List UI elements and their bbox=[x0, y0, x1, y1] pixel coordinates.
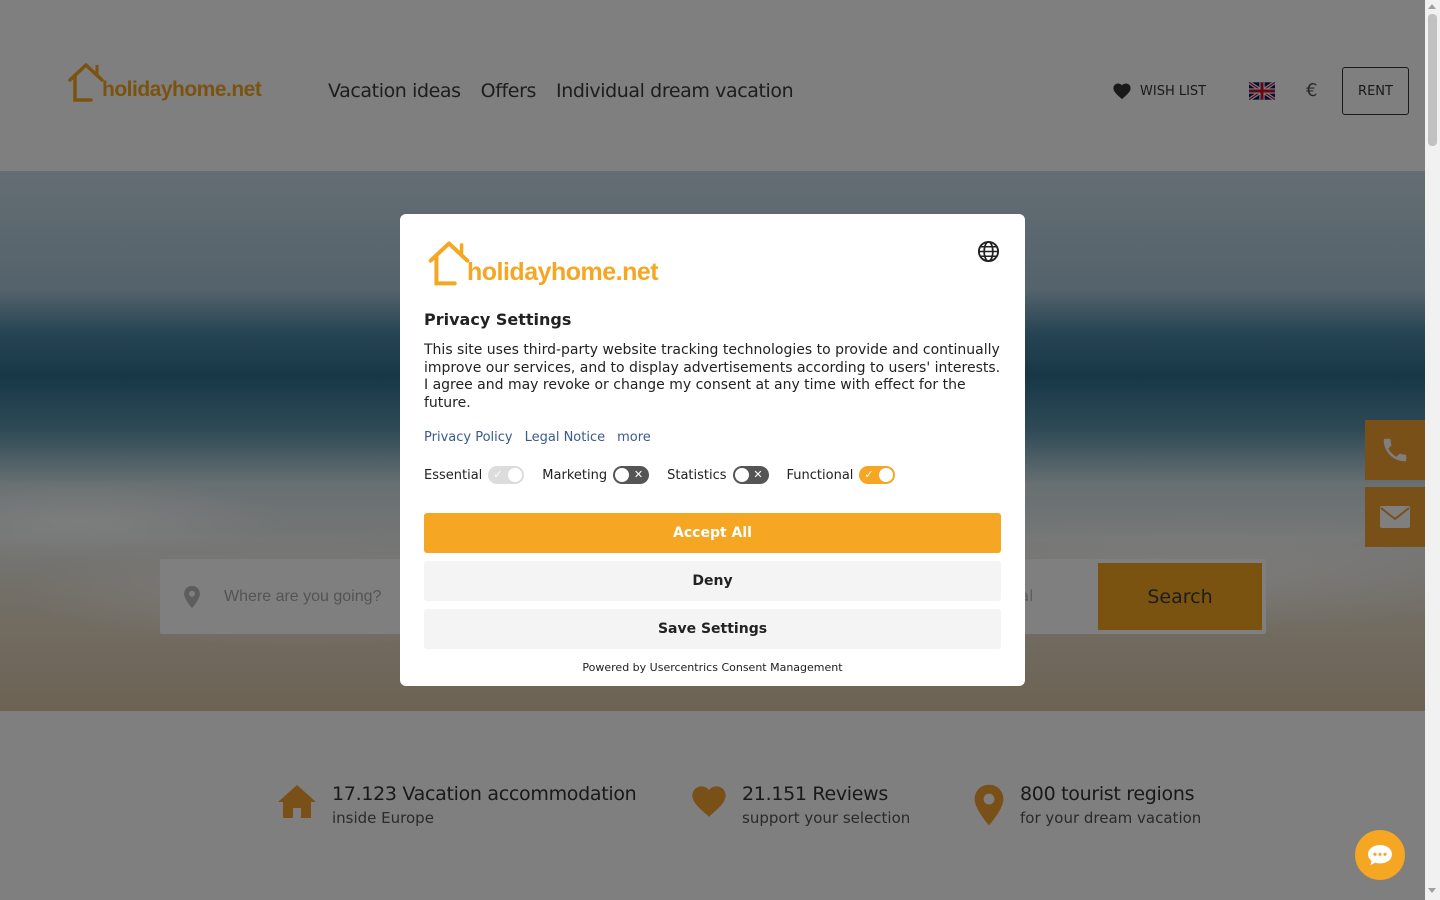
accept-all-button[interactable]: Accept All bbox=[424, 513, 1001, 553]
globe-language-icon[interactable] bbox=[977, 240, 1000, 263]
more-link[interactable]: more bbox=[617, 430, 651, 445]
dialog-logo: holidayhome.net bbox=[425, 240, 659, 288]
chat-button[interactable] bbox=[1355, 830, 1405, 880]
chat-bubble-icon bbox=[1368, 845, 1392, 865]
check-icon: ✓ bbox=[493, 468, 503, 481]
toggle-label: Essential bbox=[424, 467, 483, 483]
toggle-essential: Essential ✓ bbox=[424, 466, 525, 484]
marketing-switch[interactable]: ✕ bbox=[613, 466, 650, 484]
house-logo-icon bbox=[428, 241, 470, 286]
page-scrollbar[interactable] bbox=[1425, 0, 1440, 900]
x-icon: ✕ bbox=[633, 468, 644, 481]
dialog-title: Privacy Settings bbox=[424, 310, 572, 329]
consent-toggles: Essential ✓ Marketing ✕ Statistics ✕ Fun… bbox=[424, 466, 913, 484]
toggle-label: Functional bbox=[786, 467, 854, 483]
toggle-label: Marketing bbox=[542, 467, 608, 483]
legal-notice-link[interactable]: Legal Notice bbox=[525, 430, 606, 445]
x-icon: ✕ bbox=[753, 468, 763, 481]
essential-switch: ✓ bbox=[488, 466, 525, 484]
functional-switch[interactable]: ✓ bbox=[859, 466, 896, 484]
dialog-links: Privacy Policy Legal Notice more bbox=[424, 430, 651, 445]
dialog-body-text: This site uses third-party website track… bbox=[424, 342, 1001, 411]
statistics-switch[interactable]: ✕ bbox=[732, 466, 769, 484]
dialog-logo-text: holidayhome.net bbox=[467, 258, 659, 286]
save-settings-button[interactable]: Save Settings bbox=[424, 609, 1001, 649]
toggle-functional: Functional ✓ bbox=[787, 466, 896, 484]
privacy-policy-link[interactable]: Privacy Policy bbox=[424, 430, 513, 445]
toggle-statistics: Statistics ✕ bbox=[667, 466, 769, 484]
deny-button[interactable]: Deny bbox=[424, 561, 1001, 601]
powered-by-text: Powered by Usercentrics Consent Manageme… bbox=[582, 661, 843, 674]
scroll-down-arrow[interactable] bbox=[1428, 888, 1436, 893]
toggle-label: Statistics bbox=[667, 467, 727, 483]
scroll-up-arrow[interactable] bbox=[1428, 4, 1436, 9]
scroll-thumb[interactable] bbox=[1428, 14, 1437, 146]
check-icon: ✓ bbox=[864, 468, 874, 481]
toggle-marketing: Marketing ✕ bbox=[542, 466, 650, 484]
